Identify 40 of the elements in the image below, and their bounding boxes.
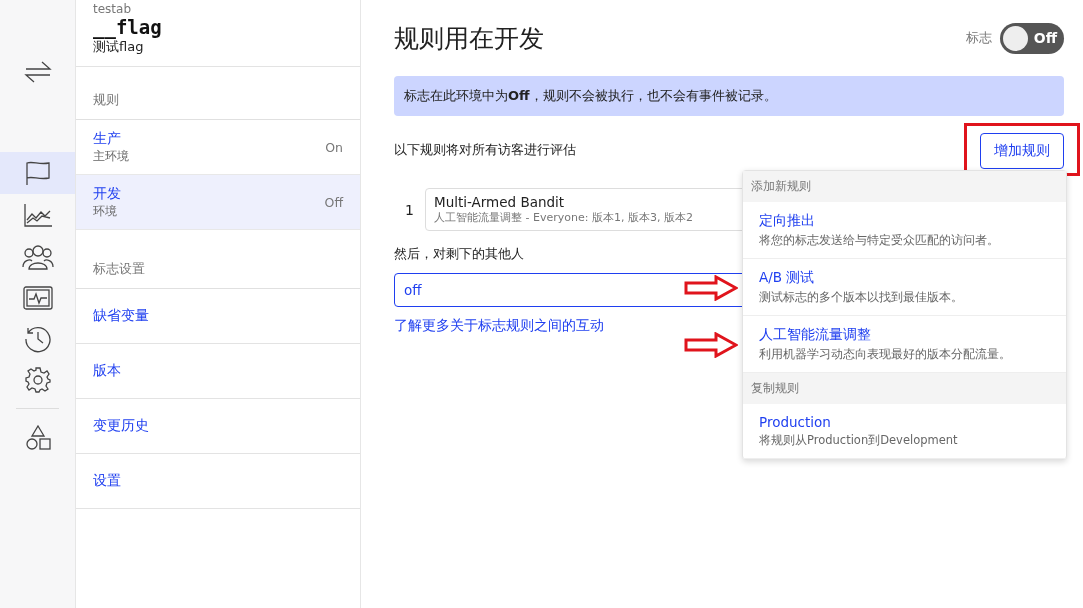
rule-name: Multi-Armed Bandit [434, 194, 565, 210]
menu-option[interactable]: 定向推出 将您的标志发送给与特定受众匹配的访问者。 [743, 202, 1066, 259]
rules-intro: 以下规则将对所有访客进行评估 [394, 140, 576, 159]
chart-icon [22, 202, 53, 228]
history-icon [23, 324, 52, 353]
environment-name: 开发 [93, 184, 121, 203]
settings-link[interactable]: 设置 [93, 472, 121, 490]
rail-button[interactable] [0, 152, 75, 194]
environment-name: 生产 [93, 129, 122, 148]
environment-description: 主环境 [93, 147, 129, 165]
flag-icon [24, 160, 51, 186]
settings-link[interactable]: 版本 [93, 362, 121, 380]
swap-icon [23, 60, 52, 84]
learn-more-link[interactable]: 了解更多关于标志规则之间的互动 [394, 317, 604, 335]
rule-number: 1 [404, 201, 415, 218]
add-rule-button[interactable]: 增加规则 [980, 133, 1064, 169]
menu-heading: 添加新规则 [743, 171, 1066, 202]
rule-summary: 人工智能流量调整 - Everyone: 版本1, 版本3, 版本2 [434, 210, 693, 225]
settings-icon [24, 366, 51, 393]
flag-name: 测试flag [93, 39, 145, 56]
flag-key: __flag [93, 16, 343, 38]
section-label: 标志设置 [76, 230, 360, 289]
page-title: 规则用在开发 [394, 22, 544, 55]
menu-option[interactable]: A/B 测试 测试标志的多个版本以找到最佳版本。 [743, 259, 1066, 316]
fallback-label: 然后，对剩下的其他人 [394, 245, 524, 263]
settings-link[interactable]: 缺省变量 [93, 307, 149, 325]
project-name: testab [93, 2, 132, 16]
users-icon [21, 243, 54, 270]
flag-toggle[interactable]: Off [1000, 22, 1064, 54]
info-banner: 标志在此环境中为Off，规则不会被执行，也不会有事件被记录。 [394, 76, 1064, 116]
menu-heading: 复制规则 [743, 373, 1066, 404]
environment-status: On [325, 139, 343, 155]
toggle-label: 标志 [966, 29, 992, 47]
environment-status: Off [324, 194, 343, 210]
monitor-icon [22, 285, 53, 310]
settings-link[interactable]: 变更历史 [93, 417, 149, 435]
environment-item[interactable]: 开发 环境 Off [76, 175, 360, 230]
menu-option[interactable]: Production 将规则从Production到Development [743, 404, 1066, 459]
environment-description: 环境 [93, 202, 118, 220]
shapes-icon [24, 425, 51, 451]
